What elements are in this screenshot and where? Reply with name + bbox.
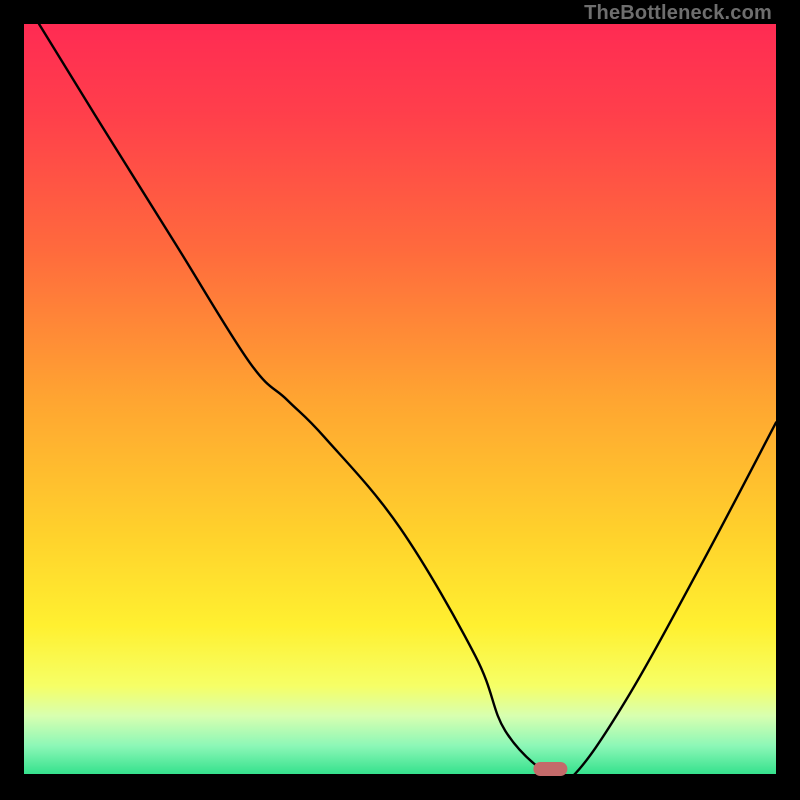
optimal-marker [533,762,567,776]
watermark-text: TheBottleneck.com [584,2,772,25]
bottleneck-chart [24,24,776,776]
chart-background [24,24,776,776]
chart-frame [24,24,776,776]
